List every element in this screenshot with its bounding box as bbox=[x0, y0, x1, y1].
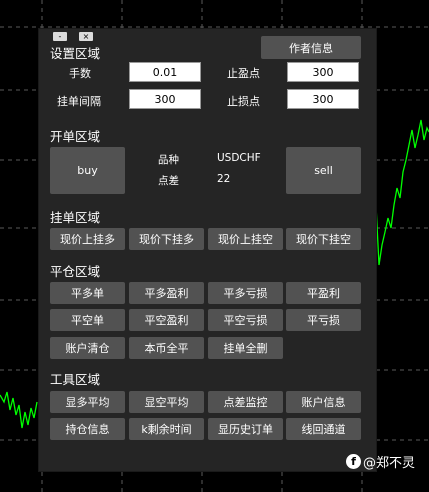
spread-value: 22 bbox=[217, 173, 231, 185]
buy-button[interactable]: buy bbox=[50, 147, 125, 194]
pending-sell-above-button[interactable]: 现价上挂空 bbox=[208, 228, 283, 250]
pending-buy-below-button[interactable]: 现价下挂多 bbox=[129, 228, 204, 250]
open-section-title: 开单区域 bbox=[50, 129, 101, 144]
take-profit-label: 止盈点 bbox=[227, 67, 260, 80]
symbol-label: 品种 bbox=[158, 154, 179, 166]
price-line-left bbox=[0, 391, 38, 429]
pending-section-title: 挂单区域 bbox=[50, 210, 101, 225]
settings-section-title: 设置区域 bbox=[50, 46, 101, 61]
pending-interval-input[interactable] bbox=[129, 89, 201, 109]
watermark: f @郑不灵 bbox=[346, 452, 415, 471]
close-shorts-button[interactable]: 平空单 bbox=[50, 309, 125, 331]
pending-sell-below-button[interactable]: 现价下挂空 bbox=[286, 228, 361, 250]
show-long-average-button[interactable]: 显多平均 bbox=[50, 391, 125, 413]
take-profit-input[interactable] bbox=[287, 62, 359, 82]
price-line-right bbox=[375, 119, 429, 266]
lots-input[interactable] bbox=[129, 62, 201, 82]
close-long-loss-button[interactable]: 平多亏损 bbox=[208, 282, 283, 304]
spread-label: 点差 bbox=[158, 175, 179, 187]
pending-buy-above-button[interactable]: 现价上挂多 bbox=[50, 228, 125, 250]
trade-panel: - × 设置区域 作者信息 手数 止盈点 挂单间隔 止损点 开单区域 buy 品… bbox=[38, 28, 377, 472]
close-short-profit-button[interactable]: 平空盈利 bbox=[129, 309, 204, 331]
close-account-button[interactable]: 账户清仓 bbox=[50, 337, 125, 359]
close-section-title: 平仓区域 bbox=[50, 264, 101, 279]
close-short-loss-button[interactable]: 平空亏损 bbox=[208, 309, 283, 331]
watermark-text: @郑不灵 bbox=[363, 456, 416, 471]
facebook-icon: f bbox=[346, 454, 361, 469]
close-loss-button[interactable]: 平亏损 bbox=[286, 309, 361, 331]
bar-time-left-button[interactable]: k剩余时间 bbox=[129, 418, 204, 440]
delete-pending-button[interactable]: 挂单全删 bbox=[208, 337, 283, 359]
account-info-button[interactable]: 账户信息 bbox=[286, 391, 361, 413]
close-profit-button[interactable]: 平盈利 bbox=[286, 282, 361, 304]
show-short-average-button[interactable]: 显空平均 bbox=[129, 391, 204, 413]
spread-monitor-button[interactable]: 点差监控 bbox=[208, 391, 283, 413]
close-button[interactable]: × bbox=[79, 32, 93, 41]
show-history-orders-button[interactable]: 显历史订单 bbox=[208, 418, 283, 440]
close-long-profit-button[interactable]: 平多盈利 bbox=[129, 282, 204, 304]
stop-loss-input[interactable] bbox=[287, 89, 359, 109]
line-return-channel-button[interactable]: 线回通道 bbox=[286, 418, 361, 440]
pending-interval-label: 挂单间隔 bbox=[57, 95, 101, 108]
symbol-value: USDCHF bbox=[217, 152, 261, 164]
close-longs-button[interactable]: 平多单 bbox=[50, 282, 125, 304]
tools-section-title: 工具区域 bbox=[50, 372, 101, 387]
close-symbol-button[interactable]: 本币全平 bbox=[129, 337, 204, 359]
position-info-button[interactable]: 持仓信息 bbox=[50, 418, 125, 440]
sell-button[interactable]: sell bbox=[286, 147, 361, 194]
stop-loss-label: 止损点 bbox=[227, 95, 260, 108]
lots-label: 手数 bbox=[69, 67, 91, 80]
author-info-button[interactable]: 作者信息 bbox=[261, 36, 361, 59]
minimize-button[interactable]: - bbox=[53, 32, 67, 41]
